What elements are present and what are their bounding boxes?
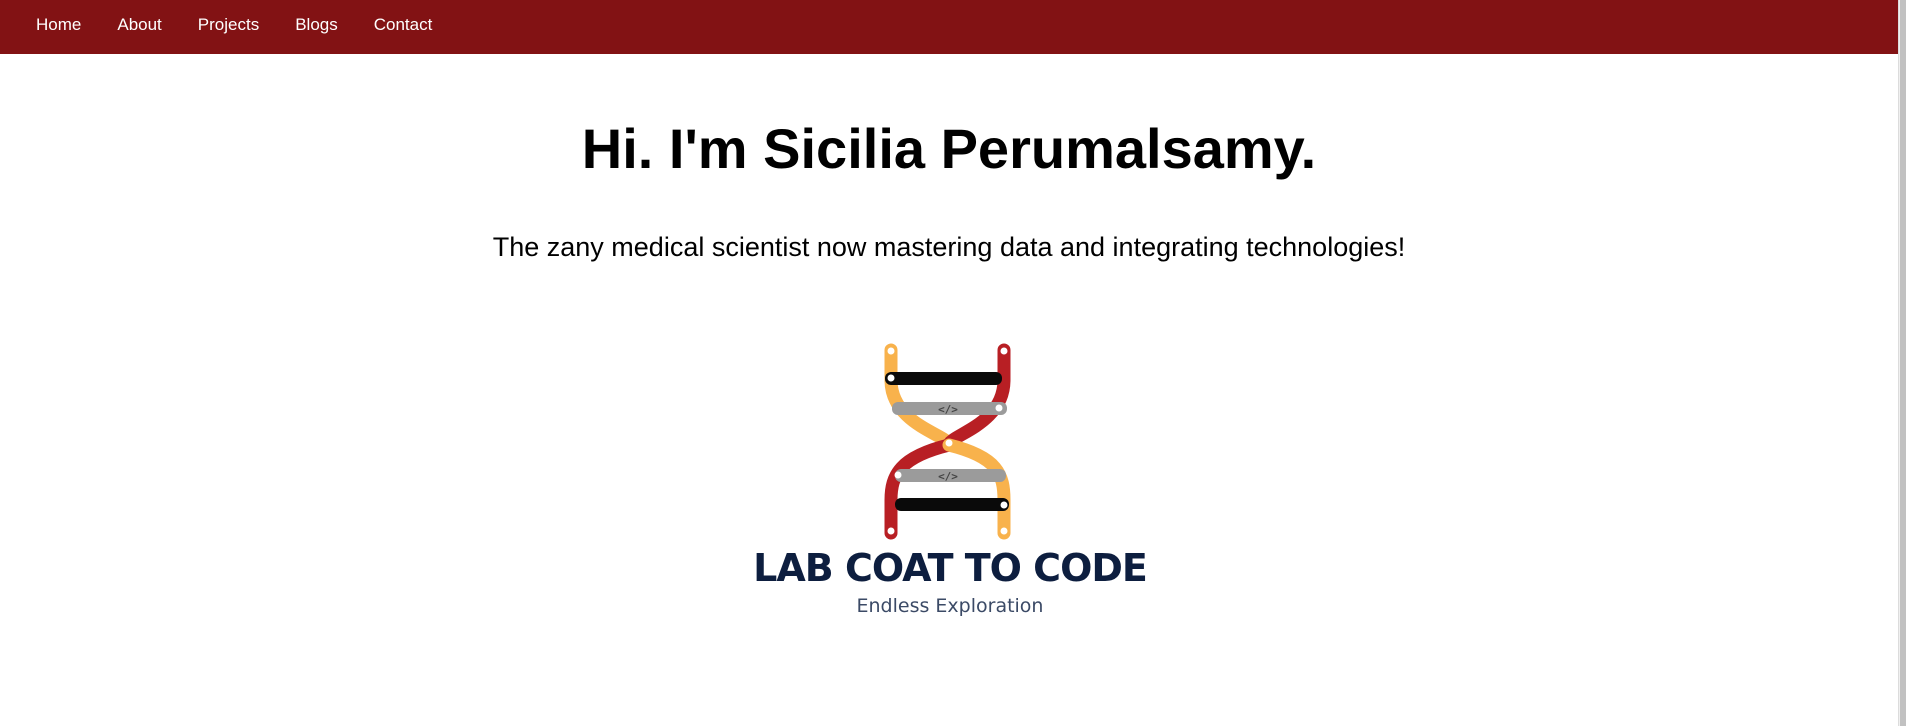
helix-joint (887, 347, 895, 355)
nav-link-projects[interactable]: Projects (198, 16, 259, 33)
code-symbol-top: </> (938, 403, 958, 416)
top-navbar: Home About Projects Blogs Contact (0, 0, 1898, 54)
nav-link-blogs[interactable]: Blogs (295, 16, 338, 33)
helix-joint (945, 439, 953, 447)
helix-yellow-lower-strand (942, 438, 1011, 540)
dna-helix-code-icon: </> </> (884, 343, 1011, 540)
helix-joint (1000, 527, 1008, 535)
lab-coat-to-code-logo: </> </> LAB COAT TO CODE Endless Explora… (740, 335, 1160, 630)
page: Home About Projects Blogs Contact Hi. I'… (0, 0, 1906, 726)
helix-joint (894, 471, 902, 479)
logo-title: LAB COAT TO CODE (753, 546, 1148, 590)
logo-tagline: Endless Exploration (856, 595, 1044, 617)
helix-yellow-upper-strand (884, 343, 956, 452)
vertical-scrollbar[interactable] (1898, 0, 1906, 726)
helix-joint (1000, 501, 1008, 509)
helix-red-upper-strand (942, 343, 1011, 452)
hero-subtitle: The zany medical scientist now mastering… (492, 232, 1406, 262)
helix-joint (887, 527, 895, 535)
helix-red-lower-strand (884, 438, 956, 540)
nav-link-home[interactable]: Home (36, 16, 81, 33)
nav-link-about[interactable]: About (117, 16, 161, 33)
helix-joint (887, 374, 895, 382)
helix-joint (1000, 347, 1008, 355)
helix-rung-black-top (885, 372, 1002, 385)
helix-rung-black-bottom (895, 498, 1009, 511)
nav-link-contact[interactable]: Contact (374, 16, 433, 33)
hero-title: Hi. I'm Sicilia Perumalsamy. (581, 117, 1317, 180)
helix-joint (995, 404, 1003, 412)
scrollbar-thumb[interactable] (1900, 0, 1906, 726)
code-symbol-bottom: </> (938, 470, 958, 483)
